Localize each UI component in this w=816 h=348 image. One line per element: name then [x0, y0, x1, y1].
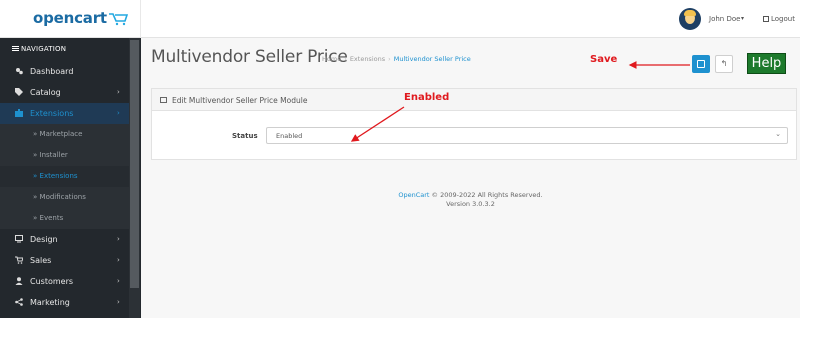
user-dropdown-caret-icon[interactable]: ▾ [741, 15, 744, 22]
breadcrumb-separator: › [388, 55, 391, 63]
page-footer: OpenCart © 2009-2022 All Rights Reserved… [141, 191, 800, 209]
opencart-logo[interactable]: opencart [33, 9, 107, 27]
save-button[interactable] [692, 55, 710, 73]
module-panel: Edit Multivendor Seller Price Module Sta… [151, 88, 797, 160]
sidebar-item-label: Dashboard [30, 67, 74, 76]
puzzle-icon [15, 109, 23, 117]
breadcrumb-separator: › [344, 55, 347, 63]
logout-link[interactable]: Logout [763, 15, 795, 23]
chevron-right-icon: › [117, 298, 120, 306]
footer-copyright: OpenCart © 2009-2022 All Rights Reserved… [141, 191, 800, 200]
sidebar-subitem-marketplace[interactable]: » Marketplace [0, 124, 129, 145]
sidebar-item-label: Design [30, 235, 58, 244]
navigation-heading: NAVIGATION [12, 45, 66, 53]
chevron-down-icon: ⌄ [775, 130, 781, 138]
app-window: opencart John Doe ▾ Logout NAVIGATION Da… [0, 0, 816, 348]
share-icon [15, 298, 23, 306]
annotation-enabled-label: Enabled [404, 92, 450, 103]
panel-heading: Edit Multivendor Seller Price Module [152, 89, 796, 111]
sidebar-item-extensions[interactable]: Extensions › [0, 103, 129, 124]
chevron-right-icon: › [117, 235, 120, 243]
chevron-right-icon: › [117, 277, 120, 285]
logout-label: Logout [771, 15, 795, 23]
annotation-save-label: Save [590, 54, 618, 65]
sidebar-subitem-extensions[interactable]: » Extensions [0, 166, 129, 187]
sidebar-item-label: Catalog [30, 88, 61, 97]
breadcrumb-home[interactable]: Home [322, 55, 341, 63]
sidebar-item-customers[interactable]: Customers › [0, 271, 129, 292]
breadcrumb-current[interactable]: Multivendor Seller Price [394, 55, 471, 63]
sidebar-item-label: Marketing [30, 298, 70, 307]
user-name[interactable]: John Doe [709, 15, 740, 23]
user-icon [15, 277, 23, 285]
top-header: opencart John Doe ▾ Logout [0, 0, 800, 38]
panel-heading-text: Edit Multivendor Seller Price Module [172, 96, 308, 105]
cart-logo-icon [109, 13, 128, 26]
chevron-right-icon: › [117, 88, 120, 96]
user-avatar[interactable] [679, 8, 701, 30]
sidebar-item-label: Sales [30, 256, 52, 265]
breadcrumb: Home › Extensions › Multivendor Seller Price [322, 55, 471, 63]
status-label: Status [232, 132, 258, 140]
logout-icon [763, 16, 769, 22]
sidebar-subitem-events[interactable]: » Events [0, 208, 129, 229]
tag-icon [15, 88, 23, 96]
sidebar-subitem-installer[interactable]: » Installer [0, 145, 129, 166]
footer-opencart-link[interactable]: OpenCart [398, 191, 429, 199]
sidebar-subitem-label: » Extensions [33, 172, 78, 180]
sidebar-subitem-label: » Modifications [33, 193, 86, 201]
pencil-icon [160, 97, 167, 103]
status-select[interactable]: Enabled ⌄ [266, 127, 788, 144]
back-icon: ↰ [720, 59, 728, 68]
sidebar-item-label: Extensions [30, 109, 74, 118]
footer-rights-text: © 2009-2022 All Rights Reserved. [429, 191, 543, 199]
sidebar-subitem-modifications[interactable]: » Modifications [0, 187, 129, 208]
sidebar-item-sales[interactable]: Sales › [0, 250, 129, 271]
back-button[interactable]: ↰ [715, 55, 733, 73]
save-icon [697, 60, 705, 68]
help-label: Help [747, 53, 786, 74]
sidebar-item-marketing[interactable]: Marketing › [0, 292, 129, 313]
breadcrumb-extensions[interactable]: Extensions [350, 55, 385, 63]
navigation-heading-text: NAVIGATION [21, 45, 67, 53]
dashboard-icon [16, 68, 23, 75]
menu-icon [12, 46, 19, 51]
chevron-right-icon: › [117, 109, 120, 117]
chevron-right-icon: › [117, 256, 120, 264]
monitor-icon [15, 235, 23, 243]
status-select-value: Enabled [276, 132, 303, 140]
sidebar-item-dashboard[interactable]: Dashboard [0, 61, 129, 82]
sidebar-item-design[interactable]: Design › [0, 229, 129, 250]
main-content: Multivendor Seller Price Home › Extensions… [141, 38, 800, 318]
page-title: Multivendor Seller Price [151, 47, 348, 67]
header-divider [140, 0, 141, 38]
footer-version: Version 3.0.3.2 [446, 200, 495, 208]
sidebar-item-label: Customers [30, 277, 74, 286]
cart-icon [15, 256, 23, 264]
sidebar-subitem-label: » Installer [33, 151, 68, 159]
sidebar-subitem-label: » Events [33, 214, 64, 222]
sidebar: NAVIGATION Dashboard Catalog › Extension… [0, 38, 141, 318]
sidebar-scrollbar-thumb[interactable] [130, 40, 139, 288]
sidebar-subitem-label: » Marketplace [33, 130, 83, 138]
sidebar-item-catalog[interactable]: Catalog › [0, 82, 129, 103]
